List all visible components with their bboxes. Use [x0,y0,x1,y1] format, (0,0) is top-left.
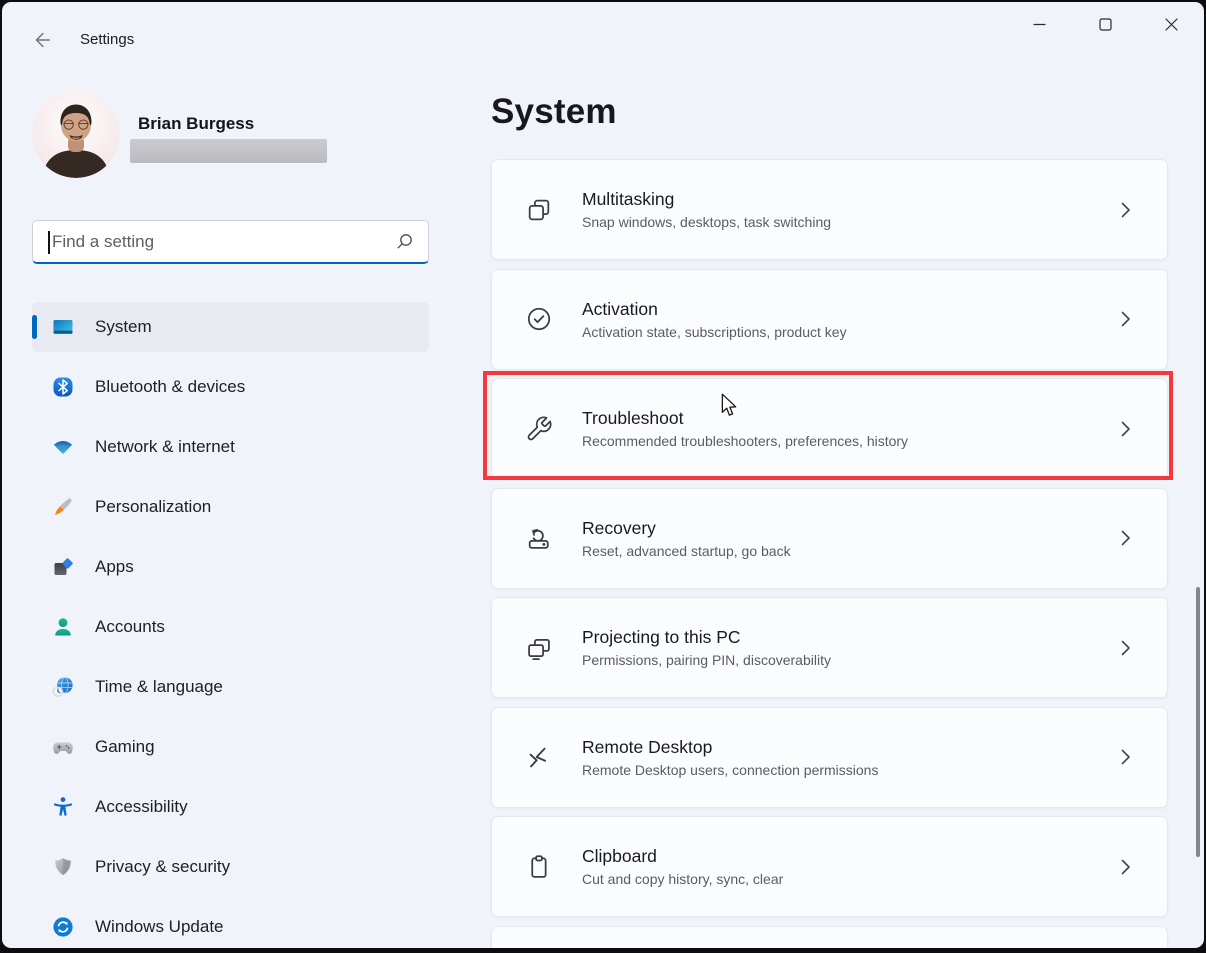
search-input[interactable] [33,221,395,262]
page-title: System [491,92,617,131]
search-box [32,220,429,264]
sidebar-item-bluetooth-devices[interactable]: Bluetooth & devices [32,362,429,412]
redacted-email-bar [130,139,327,163]
chevron-right-icon [1121,749,1131,765]
sidebar-item-label: Windows Update [95,917,224,936]
list-item-partial[interactable] [491,925,1168,948]
sidebar-item-gaming[interactable]: Gaming [32,722,429,772]
time-language-icon [51,675,75,699]
bluetooth-icon [51,375,75,399]
list-item-troubleshoot[interactable]: Troubleshoot Recommended troubleshooters,… [491,378,1168,479]
chevron-right-icon [1121,640,1131,656]
sidebar-item-label: System [95,317,152,336]
row-subtitle: Permissions, pairing PIN, discoverabilit… [582,652,831,668]
network-icon [51,435,75,459]
row-title: Activation [582,298,658,319]
close-button[interactable] [1138,2,1204,46]
activation-icon [525,305,553,333]
row-title: Clipboard [582,846,657,866]
personalization-icon [51,495,75,519]
sidebar-item-accessibility[interactable]: Accessibility [32,782,429,832]
row-subtitle: Snap windows, desktops, task switching [582,214,832,230]
chevron-right-icon [1121,311,1131,327]
maximize-button[interactable] [1072,2,1138,46]
list-item-projecting[interactable]: Projecting to this PC Permissions, pairin… [491,597,1168,698]
list-item-activation[interactable]: Activation Activation state, subscription… [491,268,1168,370]
selected-indicator [32,315,37,339]
row-subtitle: Recommended troubleshooters, preferences… [582,433,909,449]
row-title: Recovery [582,517,656,538]
window-controls [1006,2,1204,46]
window-title: Settings [80,31,135,48]
row-title: Troubleshoot [582,408,684,428]
back-button[interactable] [28,26,56,54]
privacy-security-icon [51,855,75,879]
sidebar-item-label: Accounts [95,617,165,636]
scrollbar-thumb[interactable] [1196,587,1200,857]
row-subtitle: Cut and copy history, sync, clear [582,871,784,887]
list-item-recovery[interactable]: Recovery Reset, advanced startup, go back [491,487,1168,589]
row-title: Remote Desktop [582,736,713,757]
sidebar-item-windows-update[interactable]: Windows Update [32,902,429,948]
sidebar-item-personalization[interactable]: Personalization [32,482,429,532]
projecting-icon [525,634,553,662]
back-arrow-icon [31,29,53,51]
list-item-multitasking[interactable]: Multitasking Snap windows, desktops, task… [491,159,1168,260]
clipboard-icon [525,853,553,881]
windows-update-icon [51,915,75,939]
multitasking-icon [525,196,553,224]
gaming-icon [51,735,75,759]
search-icon[interactable] [395,232,414,251]
sidebar-item-network-internet[interactable]: Network & internet [32,422,429,472]
avatar [32,90,120,178]
recovery-icon [525,524,553,552]
sidebar-item-label: Time & language [95,677,223,696]
sidebar-item-privacy-security[interactable]: Privacy & security [32,842,429,892]
accessibility-icon [51,795,75,819]
sidebar-item-label: Apps [95,557,134,576]
text-caret [48,231,50,254]
list-item-clipboard[interactable]: Clipboard Cut and copy history, sync, cle… [491,816,1168,917]
system-icon [51,315,75,339]
sidebar-item-time-language[interactable]: Time & language [32,662,429,712]
row-subtitle: Activation state, subscriptions, product… [582,323,847,340]
list-item-remote-desktop[interactable]: Remote Desktop Remote Desktop users, conn… [491,706,1168,808]
chevron-right-icon [1121,859,1131,875]
minimize-button[interactable] [1006,2,1072,46]
sidebar-item-label: Bluetooth & devices [95,377,246,396]
sidebar-nav: System Bluetooth & devices Network & int… [32,302,429,948]
chevron-right-icon [1121,530,1131,546]
user-name: Brian Burgess [138,114,255,133]
row-subtitle: Reset, advanced startup, go back [582,542,791,559]
sidebar-item-label: Network & internet [95,437,235,456]
chevron-right-icon [1121,202,1131,218]
row-subtitle: Remote Desktop users, connection permiss… [582,761,879,778]
accounts-icon [51,615,75,639]
sidebar-item-apps[interactable]: Apps [32,542,429,592]
sidebar-item-label: Personalization [95,497,212,516]
close-icon [1164,17,1179,32]
remote-desktop-icon [525,743,553,771]
settings-window: Settings Brian Burgess Find a setting Sy… [2,2,1204,948]
sidebar-item-label: Accessibility [95,797,188,816]
row-title: Multitasking [582,189,675,209]
sidebar-item-label: Privacy & security [95,857,231,876]
row-title: Projecting to this PC [582,627,741,647]
sidebar-item-accounts[interactable]: Accounts [32,602,429,652]
troubleshoot-icon [525,415,553,443]
sidebar-item-label: Gaming [95,737,155,756]
chevron-right-icon [1121,421,1131,437]
minimize-icon [1032,17,1047,32]
apps-icon [51,555,75,579]
maximize-icon [1098,17,1113,32]
sidebar-item-system[interactable]: System [32,302,429,352]
settings-list: Multitasking Snap windows, desktops, task… [491,159,1168,948]
